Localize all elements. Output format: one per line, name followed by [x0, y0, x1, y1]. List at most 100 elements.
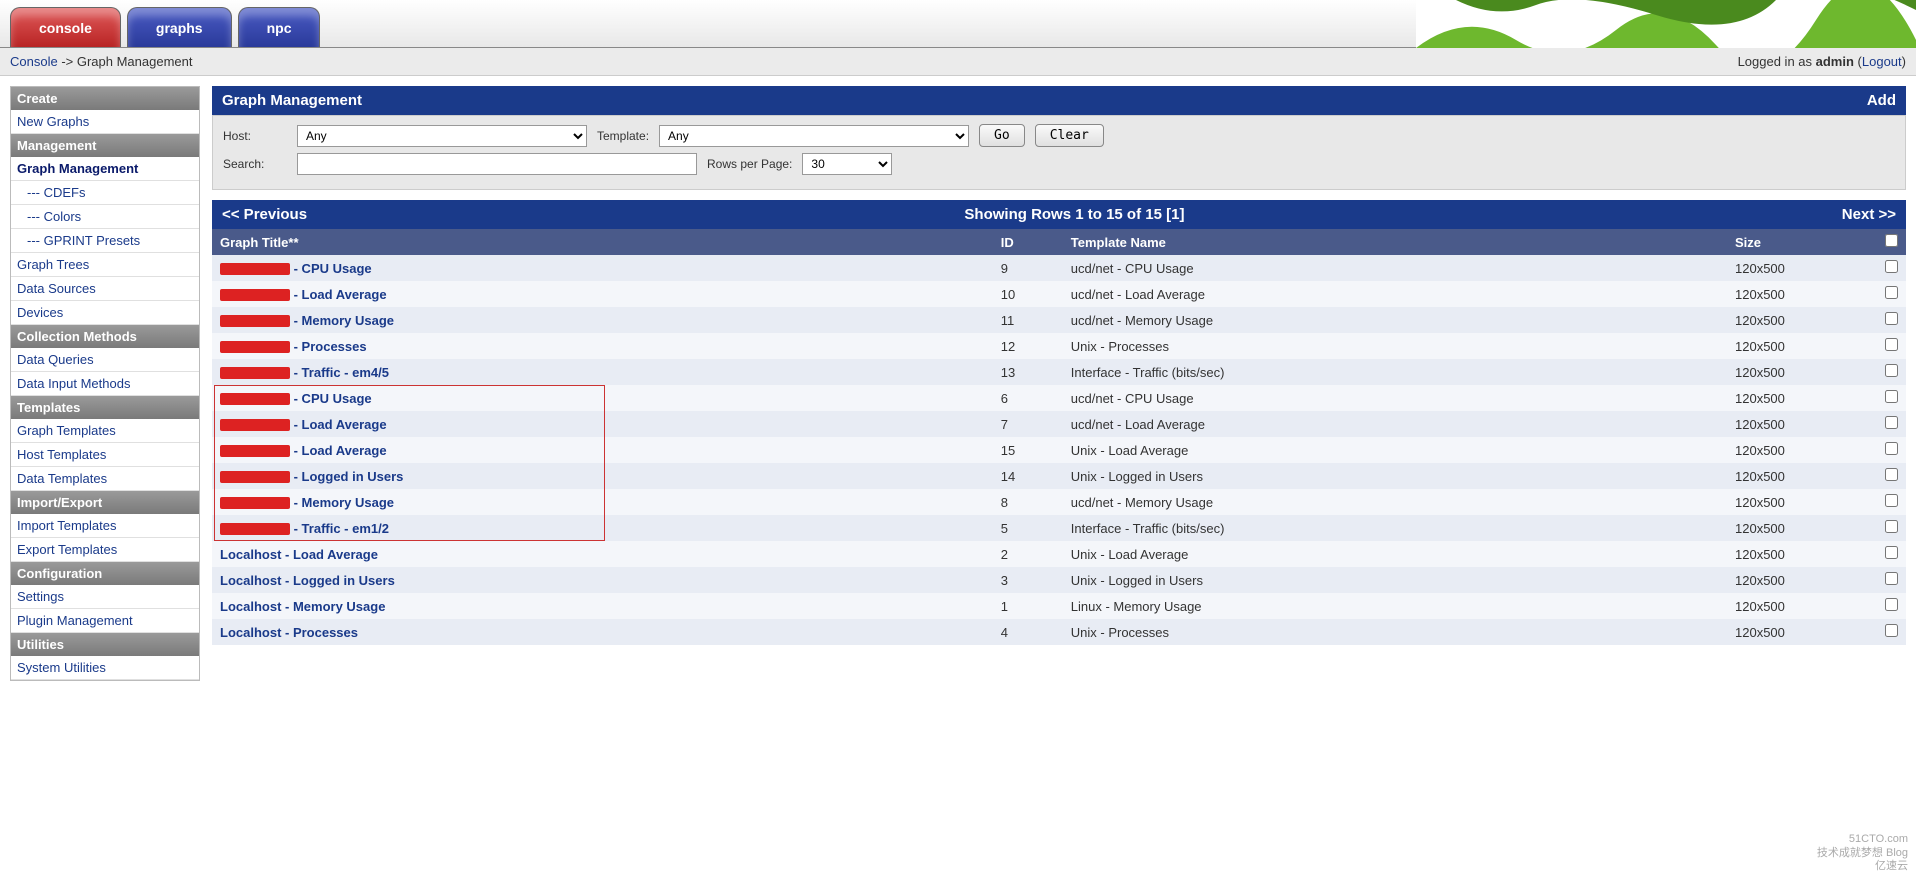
- breadcrumb-console[interactable]: Console: [10, 54, 58, 69]
- redacted-hostname: [220, 367, 290, 379]
- graph-id: 14: [993, 463, 1063, 489]
- table-row: - Traffic - em1/25Interface - Traffic (b…: [212, 515, 1906, 541]
- sidebar-item[interactable]: --- Colors: [11, 205, 199, 229]
- top-tab-bar: console graphs npc: [0, 0, 1916, 48]
- row-checkbox[interactable]: [1885, 468, 1898, 481]
- redacted-hostname: [220, 419, 290, 431]
- row-checkbox[interactable]: [1885, 260, 1898, 273]
- graph-title-link[interactable]: - Memory Usage: [220, 313, 394, 328]
- graph-title-link[interactable]: - Logged in Users: [220, 469, 403, 484]
- row-checkbox[interactable]: [1885, 624, 1898, 637]
- graph-template: ucd/net - Memory Usage: [1063, 307, 1727, 333]
- row-checkbox[interactable]: [1885, 338, 1898, 351]
- sidebar-item[interactable]: --- CDEFs: [11, 181, 199, 205]
- sidebar-item[interactable]: Import Templates: [11, 514, 199, 538]
- tab-console[interactable]: console: [10, 7, 121, 47]
- prev-page-link[interactable]: << Previous: [222, 206, 307, 223]
- graph-title-link[interactable]: - Processes: [220, 339, 367, 354]
- sidebar-item[interactable]: --- GPRINT Presets: [11, 229, 199, 253]
- add-link[interactable]: Add: [1867, 92, 1896, 109]
- table-row: Localhost - Memory Usage1Linux - Memory …: [212, 593, 1906, 619]
- graph-title-link[interactable]: - CPU Usage: [220, 391, 372, 406]
- graph-id: 2: [993, 541, 1063, 567]
- table-row: Localhost - Processes4Unix - Processes12…: [212, 619, 1906, 645]
- graph-id: 13: [993, 359, 1063, 385]
- template-select[interactable]: Any: [659, 125, 969, 147]
- sidebar-item[interactable]: Graph Trees: [11, 253, 199, 277]
- host-label: Host:: [223, 129, 287, 143]
- sidebar-item[interactable]: Plugin Management: [11, 609, 199, 633]
- next-page-link[interactable]: Next >>: [1842, 206, 1896, 223]
- search-input[interactable]: [297, 153, 697, 175]
- rows-per-page-select[interactable]: 30: [802, 153, 892, 175]
- row-checkbox[interactable]: [1885, 520, 1898, 533]
- row-checkbox[interactable]: [1885, 390, 1898, 403]
- graph-title-link[interactable]: - Traffic - em4/5: [220, 365, 389, 380]
- graph-size: 120x500: [1727, 359, 1877, 385]
- graph-id: 4: [993, 619, 1063, 645]
- graph-title-link[interactable]: - Traffic - em1/2: [220, 521, 389, 536]
- table-row: - Load Average7ucd/net - Load Average120…: [212, 411, 1906, 437]
- row-checkbox[interactable]: [1885, 286, 1898, 299]
- breadcrumb: Console -> Graph Management: [10, 54, 192, 69]
- sidebar-item[interactable]: Data Input Methods: [11, 372, 199, 396]
- graph-template: ucd/net - Load Average: [1063, 411, 1727, 437]
- table-row: Localhost - Logged in Users3Unix - Logge…: [212, 567, 1906, 593]
- row-checkbox[interactable]: [1885, 312, 1898, 325]
- sidebar-item[interactable]: Settings: [11, 585, 199, 609]
- sidebar-item[interactable]: Graph Templates: [11, 419, 199, 443]
- logout-link[interactable]: Logout: [1862, 54, 1902, 69]
- graph-title-link[interactable]: Localhost - Load Average: [220, 547, 378, 562]
- graph-id: 5: [993, 515, 1063, 541]
- graph-title-link[interactable]: - Load Average: [220, 287, 387, 302]
- sidebar-item[interactable]: Devices: [11, 301, 199, 325]
- graph-size: 120x500: [1727, 437, 1877, 463]
- row-checkbox[interactable]: [1885, 442, 1898, 455]
- graph-size: 120x500: [1727, 385, 1877, 411]
- graph-title-link[interactable]: - CPU Usage: [220, 261, 372, 276]
- sidebar-item[interactable]: System Utilities: [11, 656, 199, 680]
- graph-title-link[interactable]: - Load Average: [220, 443, 387, 458]
- graph-title-link[interactable]: Localhost - Logged in Users: [220, 573, 395, 588]
- go-button[interactable]: Go: [979, 124, 1025, 147]
- sidebar-item[interactable]: Export Templates: [11, 538, 199, 562]
- graph-size: 120x500: [1727, 333, 1877, 359]
- template-label: Template:: [597, 129, 649, 143]
- graph-title-link[interactable]: - Memory Usage: [220, 495, 394, 510]
- graph-id: 15: [993, 437, 1063, 463]
- sidebar-header: Configuration: [11, 562, 199, 585]
- col-size[interactable]: Size: [1727, 229, 1877, 255]
- host-select[interactable]: Any: [297, 125, 587, 147]
- graph-template: ucd/net - Memory Usage: [1063, 489, 1727, 515]
- row-checkbox[interactable]: [1885, 416, 1898, 429]
- sidebar-item[interactable]: Data Templates: [11, 467, 199, 491]
- graph-title-link[interactable]: Localhost - Memory Usage: [220, 599, 385, 614]
- graph-id: 10: [993, 281, 1063, 307]
- sidebar-item[interactable]: New Graphs: [11, 110, 199, 134]
- graph-title-link[interactable]: Localhost - Processes: [220, 625, 358, 640]
- row-checkbox[interactable]: [1885, 546, 1898, 559]
- row-checkbox[interactable]: [1885, 364, 1898, 377]
- graph-size: 120x500: [1727, 567, 1877, 593]
- sidebar-item[interactable]: Host Templates: [11, 443, 199, 467]
- table-row: - Memory Usage11ucd/net - Memory Usage12…: [212, 307, 1906, 333]
- sidebar-item[interactable]: Data Sources: [11, 277, 199, 301]
- col-title[interactable]: Graph Title**: [212, 229, 993, 255]
- row-checkbox[interactable]: [1885, 572, 1898, 585]
- sidebar-item[interactable]: Data Queries: [11, 348, 199, 372]
- tab-graphs[interactable]: graphs: [127, 7, 232, 47]
- row-checkbox[interactable]: [1885, 598, 1898, 611]
- graph-title-link[interactable]: - Load Average: [220, 417, 387, 432]
- redacted-hostname: [220, 341, 290, 353]
- row-checkbox[interactable]: [1885, 494, 1898, 507]
- graph-id: 9: [993, 255, 1063, 281]
- col-id[interactable]: ID: [993, 229, 1063, 255]
- redacted-hostname: [220, 523, 290, 535]
- sidebar-item[interactable]: Graph Management: [11, 157, 199, 181]
- panel-title: Graph Management: [222, 92, 362, 109]
- graph-size: 120x500: [1727, 307, 1877, 333]
- clear-button[interactable]: Clear: [1035, 124, 1104, 147]
- tab-npc[interactable]: npc: [238, 7, 321, 47]
- col-template[interactable]: Template Name: [1063, 229, 1727, 255]
- select-all-checkbox[interactable]: [1885, 234, 1898, 247]
